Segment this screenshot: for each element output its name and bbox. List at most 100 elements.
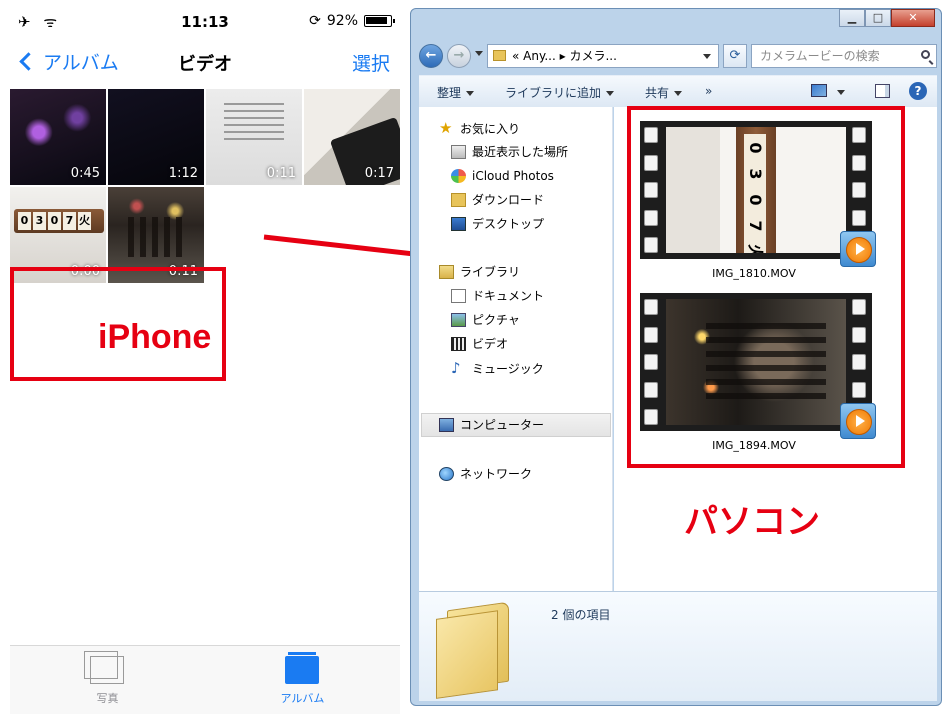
details-pane: 2 個の項目: [419, 591, 937, 701]
nav-downloads[interactable]: ダウンロード: [451, 189, 544, 211]
history-dropdown-icon[interactable]: [475, 51, 483, 56]
iphone-screen: ✈ ᯤ 11:13 ⟳ 92% アルバム ビデオ 選択 0:45 1:12 0:…: [10, 0, 400, 714]
address-row: ← → « Any... ▸ カメラ... ⟳ カメラムービーの検索: [419, 42, 937, 70]
albums-icon: [285, 652, 319, 684]
calendar-digit: 3: [33, 212, 46, 230]
nav-label: ミュージック: [472, 362, 544, 376]
calendar-digit: 7: [63, 212, 76, 230]
wooden-calendar: 0 3 0 7 火: [14, 209, 104, 233]
highlight-box-pc: [627, 106, 905, 468]
library-icon: [439, 265, 454, 279]
more-commands[interactable]: »: [705, 84, 712, 98]
video-thumb-1[interactable]: 0:45: [10, 89, 106, 185]
chevron-down-icon: [606, 91, 615, 96]
document-lines: [224, 103, 284, 145]
street-scene: [128, 217, 188, 257]
tab-albums[interactable]: アルバム: [205, 646, 400, 714]
iphone-label: iPhone: [98, 318, 212, 356]
pictures-icon: [451, 313, 466, 327]
nav-label: ビデオ: [472, 337, 509, 351]
film-icon: [451, 337, 466, 351]
nav-label: ピクチャ: [472, 313, 520, 327]
share-label: 共有: [645, 86, 670, 100]
nav-label: ドキュメント: [472, 289, 545, 303]
navigation-pane: ★ お気に入り 最近表示した場所 iCloud Photos ダウンロード デスク…: [419, 107, 613, 591]
icloud-photos-icon: [451, 169, 466, 183]
nav-desktop[interactable]: デスクトップ: [451, 213, 544, 235]
status-right: ⟳ 92%: [309, 13, 395, 29]
video-thumb-4[interactable]: 0:17: [304, 89, 400, 185]
select-button[interactable]: 選択: [352, 49, 390, 76]
calendar-digit: 0: [18, 212, 31, 230]
tab-bar: 写真 アルバム: [10, 645, 400, 714]
battery-percent: 92%: [326, 13, 358, 29]
downloads-icon: [451, 193, 466, 207]
nav-favorites[interactable]: ★ お気に入り: [439, 117, 520, 139]
folder-icon: [493, 50, 506, 61]
close-button[interactable]: ✕: [891, 9, 935, 27]
nav-label: コンピューター: [460, 418, 545, 432]
recent-places-icon: [451, 145, 466, 159]
maximize-button[interactable]: □: [865, 9, 891, 27]
chevron-down-icon[interactable]: [703, 54, 711, 59]
preview-pane-icon[interactable]: [875, 84, 890, 98]
nav-libraries[interactable]: ライブラリ: [439, 261, 520, 283]
nav-bar: アルバム ビデオ 選択: [10, 44, 400, 84]
search-input[interactable]: カメラムービーの検索: [751, 44, 937, 68]
tab-label: 写真: [96, 692, 119, 705]
minimize-button[interactable]: ▁: [839, 9, 865, 27]
computer-icon: [439, 418, 454, 432]
photos-icon: [84, 651, 124, 684]
music-note-icon: ♪: [451, 359, 461, 377]
nav-videos[interactable]: ビデオ: [451, 333, 508, 355]
view-dropdown-icon[interactable]: [837, 90, 845, 95]
search-icon: [921, 50, 930, 59]
document-icon: [451, 289, 466, 303]
nav-pictures[interactable]: ピクチャ: [451, 309, 520, 331]
nav-label: お気に入り: [460, 122, 521, 136]
address-bar[interactable]: « Any... ▸ カメラ...: [487, 44, 719, 68]
nav-label: 最近表示した場所: [472, 145, 569, 159]
battery-icon: [364, 15, 395, 27]
view-icon[interactable]: [811, 84, 827, 97]
tab-photos[interactable]: 写真: [10, 646, 205, 714]
star-icon: ★: [439, 119, 453, 137]
pc-label: パソコン: [684, 502, 820, 542]
nav-label: ダウンロード: [472, 193, 545, 207]
nav-label: ライブラリ: [460, 265, 521, 279]
back-arrow-icon[interactable]: ←: [419, 44, 443, 68]
folder-icon: [447, 601, 509, 691]
nav-recent[interactable]: 最近表示した場所: [451, 141, 568, 163]
desktop-icon: [451, 217, 466, 231]
calendar-digit: 0: [48, 212, 61, 230]
tab-label: アルバム: [280, 692, 325, 705]
share-menu[interactable]: 共有: [645, 84, 683, 101]
video-duration: 0:17: [364, 166, 394, 181]
nav-music[interactable]: ♪ ミュージック: [451, 357, 544, 379]
refresh-button[interactable]: ⟳: [723, 44, 747, 68]
nav-icloud[interactable]: iCloud Photos: [451, 165, 554, 187]
forward-arrow-icon[interactable]: →: [447, 44, 471, 68]
video-thumb-3[interactable]: 0:11: [206, 89, 302, 185]
chevron-down-icon: [674, 91, 683, 96]
command-bar: 整理 ライブラリに追加 共有 » ?: [419, 75, 937, 107]
help-icon[interactable]: ?: [909, 82, 927, 100]
nav-label: デスクトップ: [472, 217, 545, 231]
video-duration: 1:12: [168, 166, 198, 181]
rotation-lock-icon: ⟳: [309, 13, 321, 29]
search-placeholder: カメラムービーの検索: [760, 49, 880, 63]
page-title: ビデオ: [178, 54, 232, 75]
organize-label: 整理: [437, 86, 462, 100]
video-duration: 0:45: [70, 166, 100, 181]
nav-computer[interactable]: コンピューター: [439, 414, 544, 436]
nav-network[interactable]: ネットワーク: [439, 463, 532, 485]
add-to-library-label: ライブラリに追加: [505, 86, 602, 100]
video-thumb-2[interactable]: 1:12: [108, 89, 204, 185]
nav-documents[interactable]: ドキュメント: [451, 285, 544, 307]
video-duration: 0:11: [266, 166, 296, 181]
chevron-down-icon: [466, 91, 475, 96]
add-to-library-menu[interactable]: ライブラリに追加: [505, 84, 615, 101]
calendar-digit: 火: [78, 212, 91, 230]
network-icon: [439, 467, 454, 481]
organize-menu[interactable]: 整理: [437, 84, 475, 101]
